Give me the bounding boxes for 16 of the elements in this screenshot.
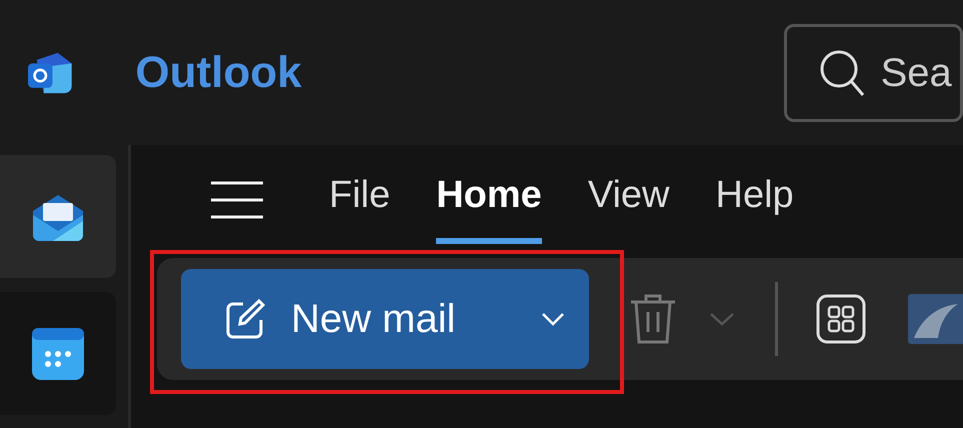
add-in-icon[interactable] xyxy=(908,294,963,344)
menu-tab[interactable]: Home xyxy=(436,156,542,244)
menu-tab[interactable]: View xyxy=(588,156,670,244)
menu-tab[interactable]: File xyxy=(329,156,390,244)
search-field[interactable]: Sea xyxy=(784,24,963,122)
menu-icon[interactable] xyxy=(211,181,263,219)
mail-nav-button[interactable] xyxy=(0,155,116,278)
search-icon xyxy=(818,48,865,96)
app-title: Outlook xyxy=(135,46,302,98)
new-mail-button[interactable]: New mail xyxy=(181,269,589,369)
calendar-nav-button[interactable] xyxy=(0,292,116,415)
calendar-icon xyxy=(32,328,84,380)
search-placeholder: Sea xyxy=(880,50,952,96)
compose-icon xyxy=(225,298,265,340)
apps-icon[interactable] xyxy=(816,294,866,344)
menu-tab[interactable]: Help xyxy=(716,156,794,244)
